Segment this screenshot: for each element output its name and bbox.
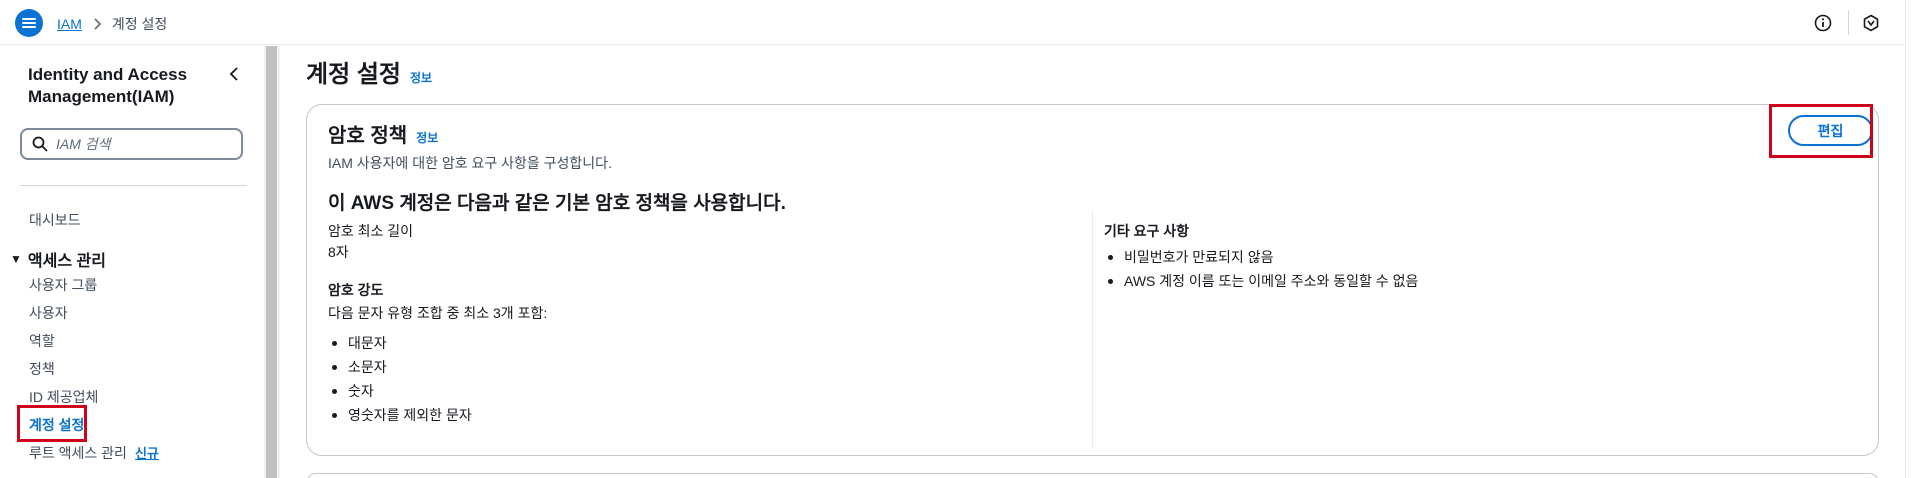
column-divider (1092, 210, 1093, 449)
sidebar-item-dashboard[interactable]: 대시보드 (29, 210, 81, 230)
strength-description: 다음 문자 유형 조합 중 최소 3개 포함: (328, 305, 548, 321)
new-badge[interactable]: 신규 (135, 446, 159, 461)
page-title-text: 계정 설정 (306, 61, 401, 88)
sidebar-item-user-groups[interactable]: 사용자 그룹 (29, 275, 97, 295)
search-icon (32, 136, 48, 152)
strength-list: 대문자 소문자 숫자 영숫자를 제외한 문자 (328, 331, 472, 427)
sidebar-item-users[interactable]: 사용자 (29, 303, 68, 323)
breadcrumb-iam-link[interactable]: IAM (57, 16, 82, 32)
top-divider (1848, 10, 1849, 35)
sidebar-scrollbar-thumb[interactable] (266, 46, 277, 478)
list-item: AWS 계정 이름 또는 이메일 주소와 동일할 수 없음 (1104, 269, 1418, 293)
info-circle-icon[interactable] (1814, 14, 1832, 32)
password-policy-card: 암호 정책 정보 IAM 사용자에 대한 암호 요구 사항을 구성합니다. 편집… (306, 104, 1879, 456)
sidebar-section-label: 액세스 관리 (27, 253, 106, 270)
card-title: 암호 정책 정보 (328, 119, 438, 148)
sidebar-item-identity-providers[interactable]: ID 제공업체 (29, 387, 98, 407)
sidebar-section-access-management[interactable]: ▼ 액세스 관리 (10, 247, 106, 271)
card-description: IAM 사용자에 대한 암호 요구 사항을 구성합니다. (328, 155, 612, 171)
other-requirements-list: 비밀번호가 만료되지 않음 AWS 계정 이름 또는 이메일 주소와 동일할 수… (1104, 245, 1418, 293)
nav-title: Identity and Access Management(IAM) (28, 65, 188, 106)
page-title: 계정 설정 정보 (306, 54, 432, 89)
list-item: 소문자 (328, 355, 472, 379)
page-info-link[interactable]: 정보 (410, 69, 432, 86)
chevron-left-icon[interactable] (226, 66, 242, 82)
side-navigation: Identity and Access Management(IAM) 대시보드… (0, 46, 264, 478)
next-card-edge (306, 473, 1879, 478)
list-item: 비밀번호가 만료되지 않음 (1104, 245, 1418, 269)
card-title-text: 암호 정책 (328, 125, 408, 147)
list-item: 숫자 (328, 379, 472, 403)
page-scrollbar[interactable] (1905, 0, 1920, 478)
list-item: 영숫자를 제외한 문자 (328, 403, 472, 427)
min-length-label: 암호 최소 길이 (328, 223, 414, 239)
search-field[interactable] (20, 128, 243, 160)
nav-divider (20, 185, 247, 186)
menu-icon[interactable] (15, 9, 43, 37)
sidebar-item-policies[interactable]: 정책 (29, 359, 55, 379)
breadcrumb: IAM 계정 설정 (57, 14, 167, 34)
chevron-right-icon (92, 18, 102, 30)
caret-down-icon: ▼ (10, 252, 22, 266)
min-length-value: 8자 (328, 244, 349, 260)
card-info-link[interactable]: 정보 (416, 129, 438, 146)
list-item: 대문자 (328, 331, 472, 355)
highlight-account-settings (17, 405, 87, 442)
highlight-edit-button (1769, 104, 1873, 158)
settings-hex-icon[interactable] (1862, 14, 1880, 32)
breadcrumb-current: 계정 설정 (111, 16, 168, 32)
strength-label: 암호 강도 (328, 282, 384, 298)
other-requirements-label: 기타 요구 사항 (1104, 223, 1190, 239)
search-input[interactable] (56, 136, 226, 152)
sidebar-item-roles[interactable]: 역할 (29, 331, 55, 351)
top-navigation-bar: IAM 계정 설정 (0, 0, 1920, 45)
sidebar-item-root-access-management[interactable]: 루트 액세스 관리 신규 (29, 443, 159, 463)
sidebar-item-label: 루트 액세스 관리 (29, 445, 127, 461)
policy-subtitle: 이 AWS 계정은 다음과 같은 기본 암호 정책을 사용합니다. (328, 193, 786, 214)
